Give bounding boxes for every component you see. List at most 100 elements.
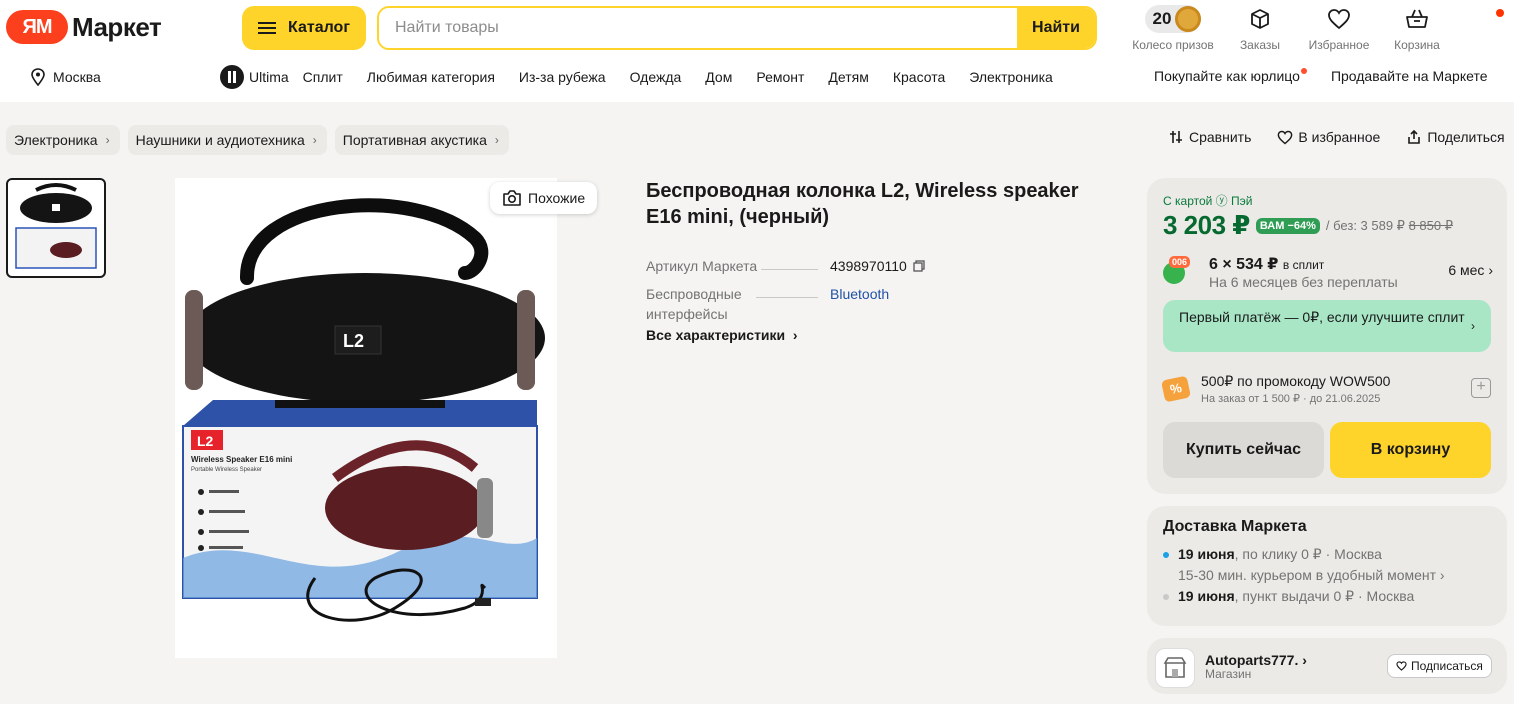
delivery-details: , пункт выдачи 0 ₽ · Москва — [1234, 588, 1415, 604]
seller-card: Autoparts777. › Магазин Подписаться — [1147, 638, 1507, 694]
spec-name: Артикул Маркета — [646, 256, 830, 276]
catalog-button[interactable]: Каталог — [242, 6, 366, 50]
nav-link[interactable]: Детям — [828, 69, 868, 85]
breadcrumb-label: Портативная акустика — [342, 132, 487, 148]
split-description: На 6 месяцев без переплаты — [1209, 274, 1398, 290]
menu-icon — [258, 22, 276, 34]
wheel-of-prizes[interactable]: 20 Колесо призов — [1122, 4, 1224, 52]
product-main-image[interactable]: L2 Wireless Speaker E16 mini Portable Wi… — [175, 178, 557, 658]
price: 3 203 ₽ — [1163, 210, 1250, 240]
first-payment-banner[interactable]: Первый платёж — 0₽, если улучшите сплит … — [1163, 300, 1491, 352]
nav-link[interactable]: Любимая категория — [367, 69, 495, 85]
search-bar: Найти — [377, 6, 1097, 50]
delivery-title: Доставка Маркета — [1163, 518, 1307, 535]
nav-link[interactable]: Красота — [893, 69, 945, 85]
add-to-favorites-button[interactable]: В избранное — [1277, 129, 1380, 145]
status-dot — [1163, 593, 1169, 600]
nav-link[interactable]: Из-за рубежа — [519, 69, 606, 85]
price-without-card-value: / без: 3 589 ₽ — [1325, 217, 1405, 233]
nav-ultima[interactable]: Ultima — [220, 65, 289, 89]
subnav: Москва Ultima Сплит Любимая категория Из… — [0, 62, 1514, 94]
category-nav: Ultima Сплит Любимая категория Из-за руб… — [220, 65, 1077, 89]
search-input[interactable] — [379, 8, 1017, 48]
breadcrumb: Электроника › Наушники и аудиотехника › По… — [6, 125, 509, 155]
header-actions: 20 Колесо призов Заказы Избранное Корзин… — [1122, 4, 1452, 52]
chevron-right-icon: › — [1471, 319, 1475, 333]
status-dot — [1163, 551, 1169, 558]
split-amount: 6 × 534 ₽ в сплит — [1209, 254, 1324, 274]
page-actions: Сравнить В избранное Поделиться — [1168, 129, 1505, 145]
subscribe-button[interactable]: Подписаться — [1387, 654, 1492, 678]
nav-link[interactable]: Электроника — [969, 69, 1053, 85]
card-price-label: С картой ⓨ Пэй — [1163, 194, 1253, 208]
nav-link[interactable]: Одежда — [630, 69, 682, 85]
share-button[interactable]: Поделиться — [1406, 129, 1505, 145]
speaker-logo-text: L2 — [343, 331, 364, 351]
price-without-card: / без: 3 589 ₽ 8 850 ₽ — [1326, 218, 1453, 234]
nav-link[interactable]: Сплит — [303, 69, 343, 85]
delivery-date: 19 июня — [1178, 546, 1235, 562]
delivery-details: , по клику 0 ₽ · Москва — [1234, 546, 1382, 562]
delivery-box: Доставка Маркета 19 июня, по клику 0 ₽ ·… — [1147, 506, 1507, 626]
buy-now-button[interactable]: Купить сейчас — [1163, 422, 1324, 478]
subscribe-label: Подписаться — [1411, 659, 1483, 673]
spec-row: Артикул Маркета 4398970110 — [646, 256, 1106, 276]
buy-box: С картой ⓨ Пэй 3 203 ₽ ВАМ −64% / без: 3… — [1147, 178, 1507, 494]
spec-value: 4398970110 — [830, 256, 925, 276]
delivery-option: 19 июня, пункт выдачи 0 ₽ · Москва — [1163, 586, 1491, 607]
logo-text: Маркет — [72, 11, 162, 42]
shop-icon — [1155, 648, 1195, 688]
nav-ultima-label: Ultima — [249, 69, 289, 85]
split-badge: 006 — [1169, 256, 1191, 268]
delivery-date: 19 июня — [1178, 588, 1235, 604]
breadcrumb-label: Электроника — [14, 132, 98, 148]
price-row: 3 203 ₽ ВАМ −64% / без: 3 589 ₽ 8 850 ₽ — [1163, 210, 1453, 241]
percent-icon: % — [1160, 375, 1192, 403]
product-thumbnail-image — [15, 183, 97, 269]
gallery-thumbnail[interactable] — [6, 178, 106, 278]
similar-button[interactable]: Похожие — [490, 182, 598, 214]
product-specs: Артикул Маркета 4398970110 Беспроводные … — [646, 256, 1106, 332]
sell-link[interactable]: Продавайте на Маркете — [1331, 68, 1488, 84]
orders-label: Заказы — [1239, 38, 1281, 52]
promo-title: 500₽ по промокоду WOW500 — [1201, 373, 1391, 389]
add-to-cart-button[interactable]: В корзину — [1330, 422, 1491, 478]
add-promo-icon[interactable]: + — [1471, 378, 1491, 398]
product-title: Беспроводная колонка L2, Wireless speake… — [646, 180, 1079, 228]
market-logo[interactable]: ЯМ Маркет — [6, 10, 162, 44]
spec-value-link[interactable]: Bluetooth — [830, 284, 889, 324]
compare-label: Сравнить — [1189, 129, 1252, 145]
favorites-label: Избранное — [1308, 38, 1370, 52]
coin-icon — [1175, 6, 1202, 32]
breadcrumb-item[interactable]: Электроника › — [6, 125, 120, 155]
breadcrumb-item[interactable]: Портативная акустика › — [334, 125, 509, 155]
business-link[interactable]: Покупайте как юрлицо — [1154, 68, 1307, 84]
box-title-text: Wireless Speaker E16 mini — [191, 455, 292, 464]
delivery-option: 19 июня, по клику 0 ₽ · Москва — [1163, 544, 1491, 565]
promo-terms: На заказ от 1 500 ₽ · до 21.06.2025 — [1201, 393, 1381, 405]
spec-name-label: Артикул Маркета — [646, 258, 762, 274]
delivery-courier-link[interactable]: 15-30 мин. курьером в удобный момент › — [1178, 565, 1491, 586]
article-number: 4398970110 — [830, 258, 907, 274]
all-specs-link[interactable]: Все характеристики › — [646, 327, 798, 343]
split-offer[interactable]: 006 6 × 534 ₽ в сплит На 6 месяцев без п… — [1163, 254, 1493, 294]
compare-button[interactable]: Сравнить — [1168, 129, 1251, 145]
chevron-right-icon: › — [789, 327, 798, 343]
city-selector[interactable]: Москва — [30, 68, 101, 86]
nav-link[interactable]: Ремонт — [756, 69, 804, 85]
orders-link[interactable]: Заказы — [1224, 4, 1296, 52]
box-brand-text: L2 — [197, 433, 214, 449]
heart-icon — [1327, 4, 1351, 34]
search-button[interactable]: Найти — [1017, 8, 1095, 48]
chevron-right-icon: › — [1488, 262, 1493, 278]
header: ЯМ Маркет Каталог Найти 20 Колесо призов… — [0, 0, 1514, 102]
copy-icon[interactable] — [913, 260, 925, 272]
cart-link[interactable]: Корзина — [1382, 4, 1452, 52]
chevron-right-icon: › — [312, 133, 317, 147]
all-specs-label: Все характеристики — [646, 327, 786, 343]
chevron-right-icon: › — [105, 133, 110, 147]
seller-name[interactable]: Autoparts777. › — [1205, 652, 1307, 668]
favorites-link[interactable]: Избранное — [1296, 4, 1382, 52]
nav-link[interactable]: Дом — [705, 69, 732, 85]
breadcrumb-item[interactable]: Наушники и аудиотехника › — [127, 125, 327, 155]
